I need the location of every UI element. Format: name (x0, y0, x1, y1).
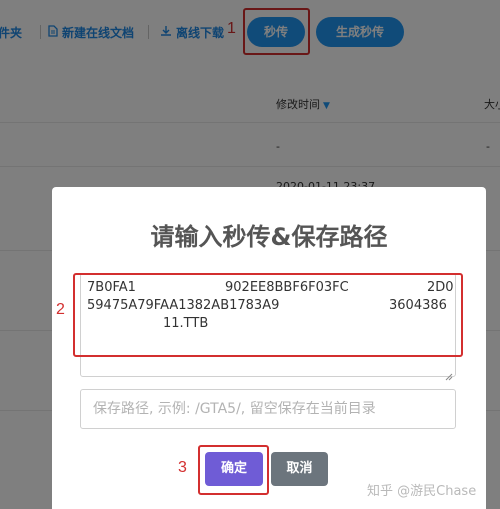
code-text: 7B0FA1 (87, 280, 136, 295)
code-text: 902EE8BBF6F03FC (225, 280, 349, 295)
code-text: 59475A79FAA1382AB1783A9 (87, 298, 280, 313)
confirm-button[interactable]: 确定 (205, 452, 263, 486)
watermark: 知乎 @游民Chase (367, 484, 477, 499)
instant-code-textarea[interactable]: 7B0FA1 902EE8BBF6F03FC 2D0 59475A79FAA13… (80, 273, 456, 381)
step-2-marker: 2 (56, 301, 65, 318)
code-text: 2D0 (427, 280, 454, 295)
cancel-button[interactable]: 取消 (271, 452, 328, 486)
save-path-input[interactable] (80, 389, 456, 429)
resize-grip-icon[interactable] (445, 366, 453, 381)
step-3-marker: 3 (178, 459, 187, 476)
code-text: 11.TTB (163, 316, 209, 331)
dialog-title: 请输入秒传&保存路径 (150, 223, 388, 251)
instant-transfer-dialog: 请输入秒传&保存路径 7B0FA1 902EE8BBF6F03FC 2D0 59… (52, 187, 486, 509)
code-text: 3604386 (389, 298, 447, 313)
